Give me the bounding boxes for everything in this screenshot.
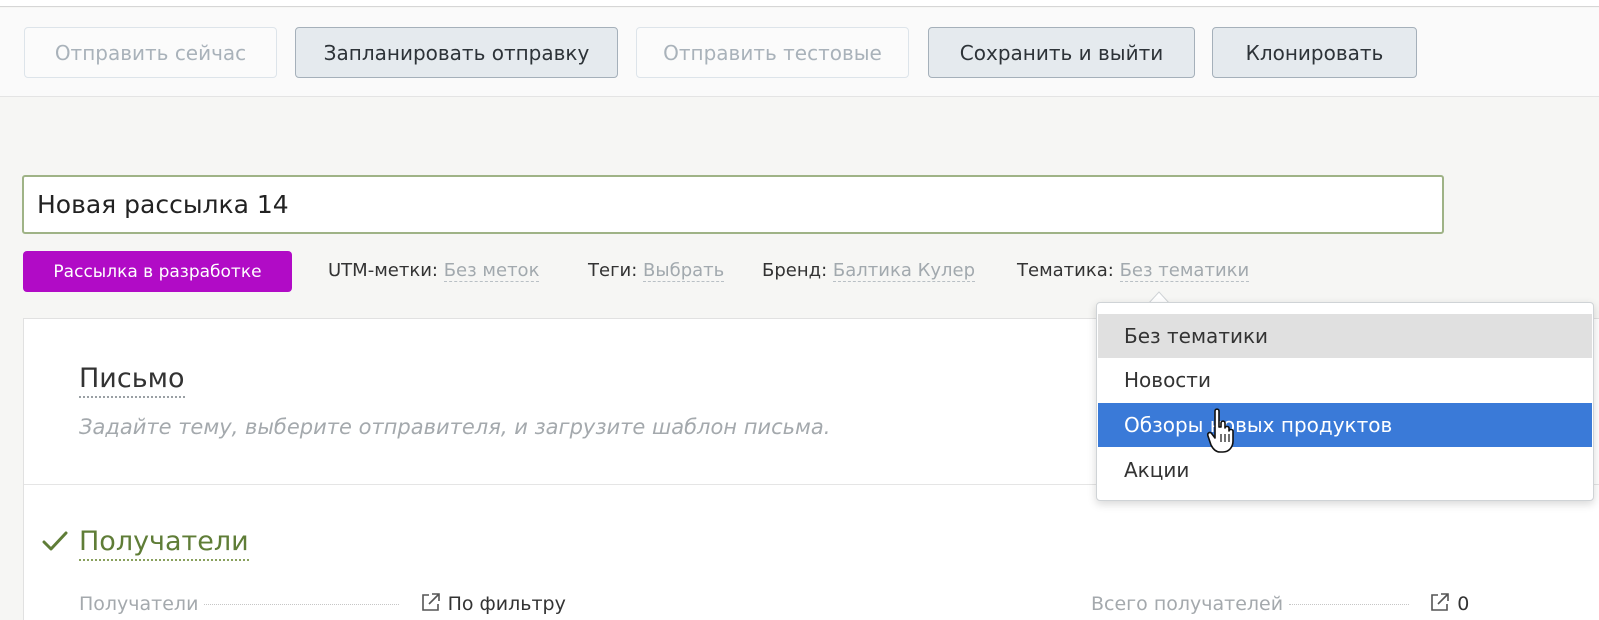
theme-option[interactable]: Акции	[1098, 448, 1592, 492]
recipients-field-value: По фильтру	[447, 593, 566, 615]
theme-value-link[interactable]: Без тематики	[1119, 260, 1250, 282]
total-recipients-value: 0	[1457, 593, 1470, 615]
theme-label: Тематика:	[1017, 260, 1114, 281]
dotted-leader	[204, 604, 400, 605]
schedule-send-button[interactable]: Запланировать отправку	[295, 27, 618, 78]
campaign-name-input[interactable]	[22, 175, 1444, 234]
recipients-section-title[interactable]: Получатели	[79, 525, 249, 561]
status-badge: Рассылка в разработке	[23, 251, 292, 292]
utm-value-link[interactable]: Без меток	[443, 260, 540, 282]
brand: Бренд: Балтика Кулер	[762, 260, 976, 282]
dotted-leader	[1289, 604, 1410, 605]
brand-label: Бренд:	[762, 260, 828, 281]
theme-dropdown: Без тематики Новости Обзоры новых продук…	[1096, 302, 1594, 501]
utm-tags: UTM-метки: Без меток	[328, 260, 540, 282]
letter-section-title[interactable]: Письмо	[79, 362, 185, 398]
theme: Тематика: Без тематики	[1017, 260, 1250, 282]
top-border	[0, 0, 1599, 7]
theme-option[interactable]: Обзоры новых продуктов	[1098, 403, 1592, 447]
clone-button[interactable]: Клонировать	[1212, 27, 1417, 78]
theme-option[interactable]: Новости	[1098, 358, 1592, 402]
theme-option[interactable]: Без тематики	[1098, 314, 1592, 358]
external-link-icon[interactable]	[420, 591, 442, 613]
tags-value-link[interactable]: Выбрать	[643, 260, 725, 282]
send-now-button[interactable]: Отправить сейчас	[24, 27, 277, 78]
save-and-exit-button[interactable]: Сохранить и выйти	[928, 27, 1195, 78]
mailing-editor-page: Отправить сейчас Запланировать отправку …	[0, 0, 1599, 620]
total-recipients-label: Всего получателей	[1091, 593, 1284, 615]
tags-label: Теги:	[588, 260, 638, 281]
campaign-meta-row: Рассылка в разработке UTM-метки: Без мет…	[0, 250, 1599, 294]
send-test-button[interactable]: Отправить тестовые	[636, 27, 909, 78]
check-icon	[42, 531, 68, 551]
recipients-field-row: Получатели По фильтру	[79, 591, 566, 615]
utm-label: UTM-метки:	[328, 260, 438, 281]
recipients-field-label: Получатели	[79, 593, 199, 615]
letter-description: Задайте тему, выберите отправителя, и за…	[79, 415, 831, 439]
toolbar: Отправить сейчас Запланировать отправку …	[0, 8, 1599, 97]
brand-value-link[interactable]: Балтика Кулер	[832, 260, 976, 282]
total-recipients-row: Всего получателей 0	[1091, 591, 1469, 615]
tags: Теги: Выбрать	[588, 260, 725, 282]
external-link-icon[interactable]	[1429, 591, 1451, 613]
